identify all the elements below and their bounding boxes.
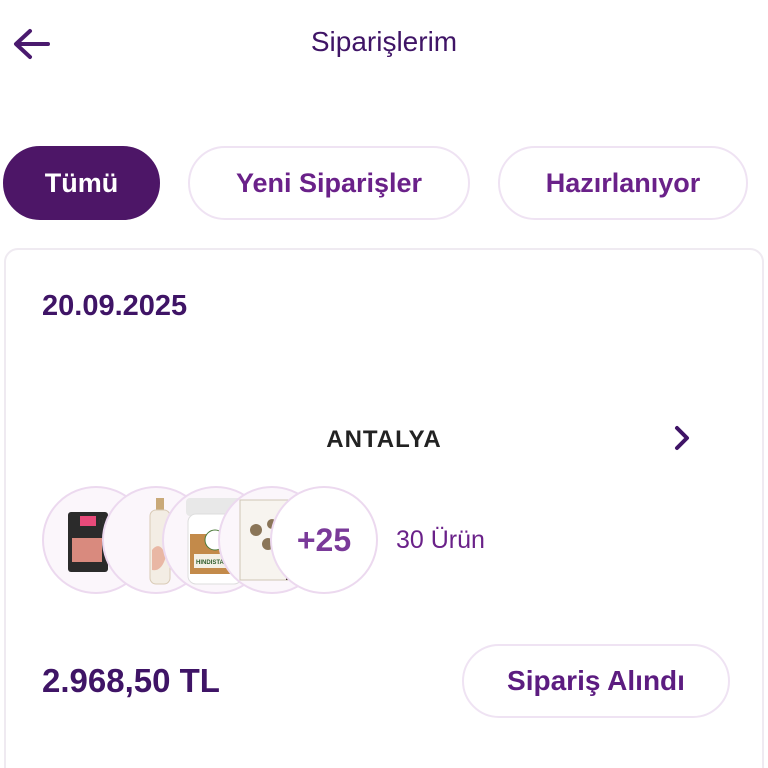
product-thumbnails: nas HINDISTAN CEVIZI bbox=[42, 486, 382, 598]
filter-chip-preparing[interactable]: Hazırlanıyor bbox=[498, 146, 748, 220]
order-card[interactable]: 20.09.2025 ANTALYA nas bbox=[4, 248, 764, 768]
order-details-row[interactable]: ANTALYA bbox=[6, 420, 762, 460]
order-total: 2.968,50 TL bbox=[42, 662, 220, 699]
order-date: 20.09.2025 bbox=[42, 290, 188, 322]
chevron-right-icon[interactable] bbox=[666, 422, 698, 454]
order-status-button[interactable]: Sipariş Alındı bbox=[462, 644, 730, 718]
filter-chip-new-orders[interactable]: Yeni Siparişler bbox=[188, 146, 470, 220]
status-filter-bar: Tümü Yeni Siparişler Hazırlanıyor bbox=[3, 146, 768, 222]
product-count: 30 Ürün bbox=[396, 526, 485, 554]
more-products-badge[interactable]: +25 bbox=[270, 486, 378, 594]
filter-chip-all[interactable]: Tümü bbox=[3, 146, 160, 220]
header: Siparişlerim bbox=[0, 0, 768, 90]
delivery-city: ANTALYA bbox=[326, 426, 442, 453]
page-title: Siparişlerim bbox=[310, 26, 458, 57]
